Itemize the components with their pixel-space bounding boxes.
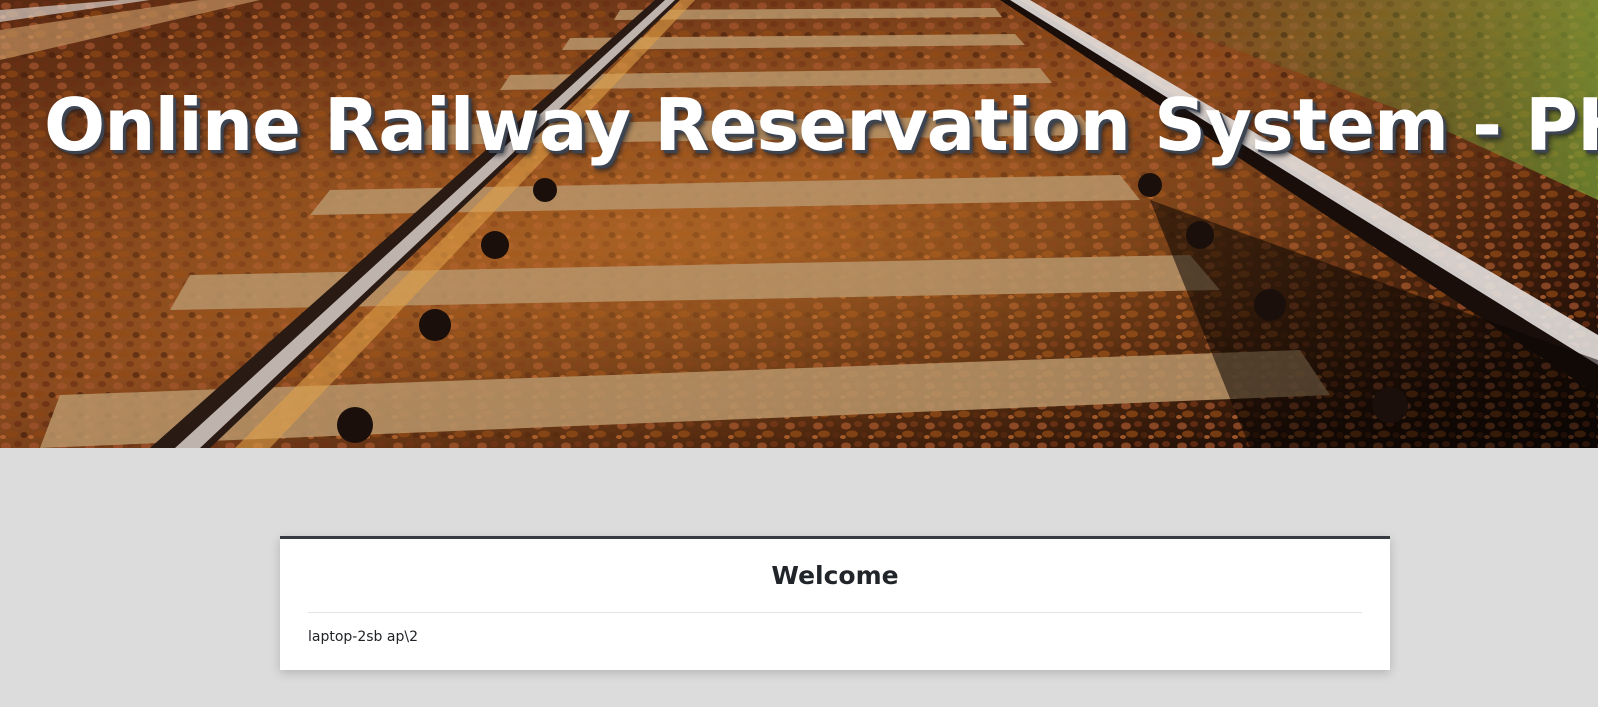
welcome-card-header: Welcome [308,539,1362,613]
hero-banner: Online Railway Reservation System - PHP [0,0,1598,448]
railway-track-image [0,0,1598,448]
site-title: Online Railway Reservation System - PHP [44,83,1598,167]
welcome-card-body: laptop-2sb ap\2 [280,613,1390,645]
welcome-card: Welcome laptop-2sb ap\2 [280,536,1390,670]
welcome-heading: Welcome [771,561,899,590]
logged-in-user-text: laptop-2sb ap\2 [308,629,418,645]
